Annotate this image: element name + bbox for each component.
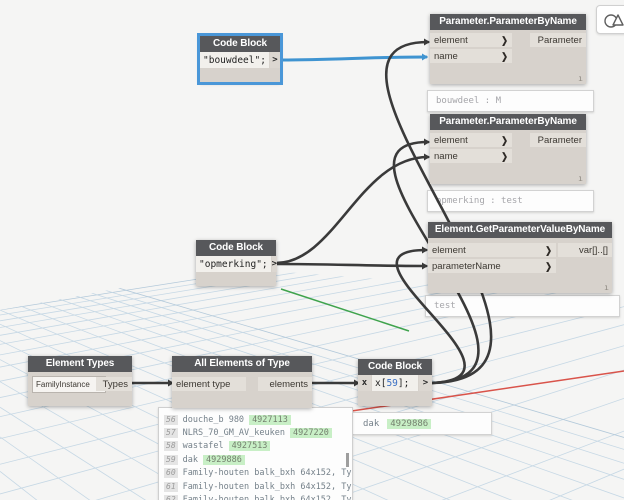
node-title[interactable]: All Elements of Type — [172, 356, 312, 372]
code-fragment: x[ — [375, 377, 387, 389]
input-port-element[interactable]: element ❯ — [428, 243, 556, 257]
dropdown-value: FamilyInstance — [36, 380, 90, 389]
output-port-types[interactable]: Types — [96, 377, 132, 391]
input-port-name[interactable]: name ❯ — [430, 149, 512, 163]
port-label: elements — [269, 378, 308, 390]
node-title[interactable]: Element.GetParameterValueByName — [428, 222, 612, 238]
port-arrow-icon: ❯ — [545, 260, 552, 272]
dynamo-workspace[interactable]: bouwdeel : M opmerking : test test dak 4… — [0, 0, 624, 500]
element-types-dropdown[interactable]: FamilyInstance ˅ — [32, 376, 106, 393]
input-port-element-type[interactable]: element type — [172, 377, 246, 391]
input-port-name[interactable]: name ❯ — [430, 49, 512, 63]
port-label: Types — [102, 378, 128, 390]
geometry-preview-button[interactable] — [596, 5, 624, 34]
output-port-elements[interactable]: elements — [258, 377, 312, 391]
input-port-parametername[interactable]: parameterName ❯ — [428, 259, 556, 273]
port-label: var[]..[] — [578, 244, 608, 256]
input-port-element[interactable]: element ❯ — [430, 133, 512, 147]
node-title[interactable]: Code Block — [200, 36, 280, 52]
node-parameter-byname-2[interactable]: Parameter.ParameterByName element ❯ name… — [430, 114, 586, 184]
geometry-icon — [604, 13, 624, 28]
code-text[interactable]: x[59]; — [372, 375, 418, 391]
node-parameter-byname-1[interactable]: Parameter.ParameterByName element ❯ name… — [430, 14, 586, 84]
output-port[interactable]: > — [419, 375, 432, 391]
node-get-parameter-value-byname[interactable]: Element.GetParameterValueByName element … — [428, 222, 612, 293]
port-label: Parameter — [537, 34, 582, 46]
port-label: name — [434, 150, 458, 162]
port-arrow-icon: ❯ — [545, 244, 552, 256]
resize-glyph: ı — [578, 74, 583, 83]
node-element-types[interactable]: Element Types FamilyInstance ˅ Types — [28, 356, 132, 406]
code-fragment: ]; — [397, 377, 410, 389]
output-port-parameter[interactable]: Parameter — [530, 133, 586, 147]
wire-opmerking-to-getparam-parametername[interactable] — [274, 262, 428, 268]
port-label: Parameter — [537, 134, 582, 146]
node-code-block-opmerking[interactable]: Code Block "opmerking"; > — [196, 240, 278, 286]
port-label: parameterName — [432, 260, 501, 272]
wire-opmerking-to-param2-name[interactable] — [274, 155, 430, 265]
node-all-elements-of-type[interactable]: All Elements of Type element type elemen… — [172, 356, 312, 408]
output-port[interactable]: > — [271, 256, 278, 272]
output-port[interactable]: > — [269, 52, 280, 68]
port-label: element — [434, 134, 468, 146]
port-arrow-icon: ❯ — [501, 50, 508, 62]
code-row: "opmerking"; > — [196, 256, 278, 272]
port-label: name — [434, 50, 458, 62]
port-label: element type — [176, 378, 231, 390]
port-connector-icon — [422, 53, 428, 61]
node-title[interactable]: Code Block — [196, 240, 276, 256]
node-code-block-bouwdeel[interactable]: Code Block "bouwdeel"; > — [197, 33, 283, 85]
port-arrow-icon: ❯ — [501, 150, 508, 162]
code-row: "bouwdeel"; > — [200, 52, 280, 68]
code-row: x x[59]; > — [358, 375, 432, 391]
node-title[interactable]: Element Types — [28, 356, 132, 372]
node-title[interactable]: Parameter.ParameterByName — [430, 14, 586, 30]
node-code-block-index[interactable]: Code Block x x[59]; > — [358, 359, 432, 406]
port-label: element — [434, 34, 468, 46]
port-arrow-icon: ❯ — [501, 134, 508, 146]
code-number: 59 — [386, 377, 398, 389]
input-port-x[interactable]: x — [358, 375, 371, 391]
code-text[interactable]: "opmerking"; — [196, 256, 271, 272]
node-title[interactable]: Code Block — [358, 359, 432, 375]
output-port-var[interactable]: var[]..[] — [558, 243, 612, 257]
input-port-element[interactable]: element ❯ — [430, 33, 512, 47]
node-title[interactable]: Parameter.ParameterByName — [430, 114, 586, 130]
resize-glyph: ı — [604, 283, 609, 292]
wire-bouwdeel-to-param1-name[interactable] — [279, 55, 428, 62]
port-label: element — [432, 244, 466, 256]
output-port-parameter[interactable]: Parameter — [530, 33, 586, 47]
code-text[interactable]: "bouwdeel"; — [200, 52, 269, 68]
port-arrow-icon: ❯ — [501, 34, 508, 46]
resize-glyph: ı — [578, 174, 583, 183]
